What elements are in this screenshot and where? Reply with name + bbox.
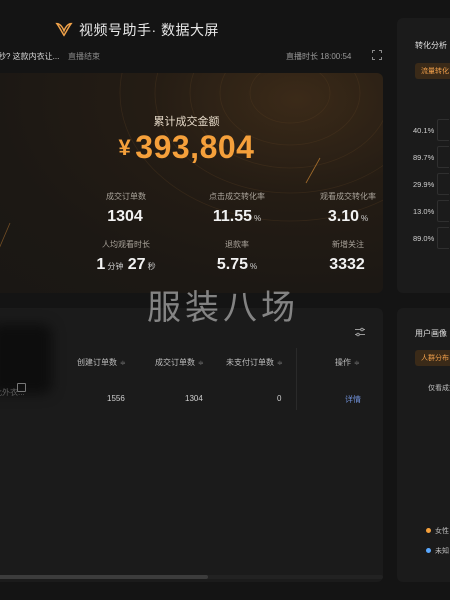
column-header-completed-orders[interactable]: 成交订单数 ≑ bbox=[155, 357, 204, 368]
total-sales-amount: 393,804 bbox=[135, 129, 255, 165]
live-status: 直播结束 bbox=[68, 52, 100, 61]
cell-completed-orders: 1304 bbox=[185, 394, 203, 403]
metric-label: 观看成交转化率 bbox=[320, 192, 376, 201]
metric-refund-rate: 退款率 5.75% bbox=[177, 239, 297, 274]
metric-label: 点击成交转化率 bbox=[209, 192, 265, 201]
currency-symbol: ¥ bbox=[118, 135, 132, 160]
metric-new-followers: 新增关注 3332 bbox=[288, 239, 383, 274]
funnel-bar bbox=[437, 173, 449, 195]
metric-avg-watch-time: 人均观看时长 1 分钟 27 秒 bbox=[66, 239, 186, 274]
settings-sliders-icon[interactable] bbox=[354, 326, 366, 338]
fullscreen-icon[interactable] bbox=[372, 50, 382, 60]
metric-value: 3.10% bbox=[327, 208, 369, 225]
funnel-bar bbox=[437, 200, 449, 222]
only-deals-label: 仅看成交 bbox=[428, 385, 450, 392]
conversion-percent: 89.0% bbox=[413, 234, 435, 243]
conversion-analysis-panel: 转化分析 流量转化 40.1% 89.7% 29.9% 13.0% 89.0% bbox=[397, 18, 450, 293]
metric-value: 11.55% bbox=[212, 208, 262, 225]
sales-overview-card: 累计成交金额 ¥393,804 成交订单数 1304 点击成交转化率 11.55… bbox=[0, 73, 383, 293]
metric-value: 3332 bbox=[329, 256, 365, 273]
metric-label: 成交订单数 bbox=[106, 192, 146, 201]
column-header-created-orders[interactable]: 创建订单数 ≑ bbox=[77, 357, 126, 368]
product-orders-table: 创建订单数≑ 成交订单数≑ 未支付订单数≑ 操作≑ 此外衣... 1556 13… bbox=[0, 308, 383, 582]
metric-click-conversion: 点击成交转化率 11.55% bbox=[177, 191, 297, 226]
watermark: 服装八场 bbox=[147, 288, 299, 328]
metric-orders: 成交订单数 1304 bbox=[66, 191, 186, 226]
metric-value: 1 分钟 27 秒 bbox=[96, 256, 156, 273]
live-duration: 直播时长 18:00:54 bbox=[286, 52, 352, 61]
cell-unpaid-orders: 0 bbox=[277, 394, 282, 403]
scrollbar-thumb[interactable] bbox=[0, 575, 208, 579]
panel-title: 转化分析 bbox=[415, 41, 447, 50]
metric-label: 新增关注 bbox=[332, 240, 364, 249]
column-header-unpaid-orders[interactable]: 未支付订单数 ≑ bbox=[226, 357, 283, 368]
column-header-actions: 操作 ≑ bbox=[335, 358, 360, 367]
only-deals-checkbox[interactable] bbox=[17, 383, 26, 392]
total-sales-value: ¥393,804 bbox=[0, 129, 383, 166]
user-profile-panel: 用户画像 人群分布 bbox=[397, 308, 450, 582]
detail-link[interactable]: 详情 bbox=[345, 394, 361, 405]
funnel-bar bbox=[437, 119, 449, 141]
metric-value: 5.75% bbox=[216, 256, 258, 273]
sort-icon[interactable]: ≑ bbox=[120, 360, 126, 367]
sort-icon[interactable]: ≑ bbox=[198, 360, 204, 367]
metric-label: 人均观看时长 bbox=[102, 240, 150, 249]
funnel-bar bbox=[437, 227, 449, 249]
sort-icon[interactable]: ≑ bbox=[277, 360, 283, 367]
blurred-product-thumbnail bbox=[0, 324, 52, 394]
legend-dot-female bbox=[426, 528, 431, 533]
funnel-bar bbox=[437, 146, 449, 168]
conversion-percent: 89.7% bbox=[413, 153, 435, 162]
column-divider bbox=[296, 348, 297, 410]
legend-label-unknown: 未知 bbox=[435, 548, 449, 555]
metric-label: 退款率 bbox=[225, 240, 249, 249]
tab-audience-distribution[interactable]: 人群分布 bbox=[415, 350, 450, 366]
total-sales-label: 累计成交金额 bbox=[153, 116, 220, 128]
legend-dot-unknown bbox=[426, 548, 431, 553]
metric-value: 1304 bbox=[107, 208, 143, 225]
conversion-percent: 13.0% bbox=[413, 207, 435, 216]
metric-view-conversion: 观看成交转化率 3.10% bbox=[288, 191, 383, 226]
live-room-title[interactable]: 秒? 这款内衣让... bbox=[0, 51, 59, 62]
panel-title: 用户画像 bbox=[415, 329, 447, 338]
conversion-percent: 29.9% bbox=[413, 180, 435, 189]
conversion-percent: 40.1% bbox=[413, 126, 435, 135]
sort-icon[interactable]: ≑ bbox=[354, 360, 360, 367]
logo-icon bbox=[55, 22, 73, 37]
app-title: 视频号助手· 数据大屏 bbox=[79, 22, 220, 38]
legend-label-female: 女性 bbox=[435, 528, 449, 535]
tab-traffic-conversion[interactable]: 流量转化 bbox=[415, 63, 450, 79]
cell-created-orders: 1556 bbox=[107, 394, 125, 403]
